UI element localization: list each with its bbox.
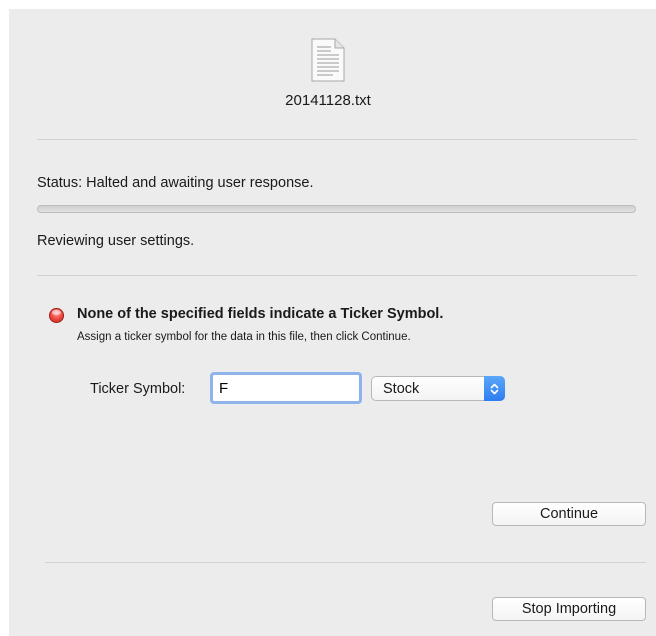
divider bbox=[37, 139, 637, 140]
text-document-icon bbox=[311, 38, 345, 82]
red-stop-icon bbox=[49, 308, 64, 323]
ticker-symbol-input[interactable] bbox=[210, 372, 362, 404]
security-type-select[interactable]: Stock bbox=[371, 376, 505, 401]
activity-text: Reviewing user settings. bbox=[37, 233, 195, 249]
alert-message: Assign a ticker symbol for the data in t… bbox=[77, 331, 411, 343]
stop-importing-button[interactable]: Stop Importing bbox=[492, 597, 646, 621]
file-name: 20141128.txt bbox=[285, 92, 371, 109]
progress-bar bbox=[37, 205, 636, 213]
alert-title: None of the specified fields indicate a … bbox=[77, 306, 444, 322]
continue-button[interactable]: Continue bbox=[492, 502, 646, 526]
security-type-value: Stock bbox=[383, 381, 420, 397]
divider bbox=[45, 562, 646, 563]
ticker-symbol-label: Ticker Symbol: bbox=[90, 381, 186, 397]
divider bbox=[37, 275, 637, 276]
status-text: Status: Halted and awaiting user respons… bbox=[37, 175, 314, 191]
chevron-up-down-icon bbox=[484, 376, 505, 401]
